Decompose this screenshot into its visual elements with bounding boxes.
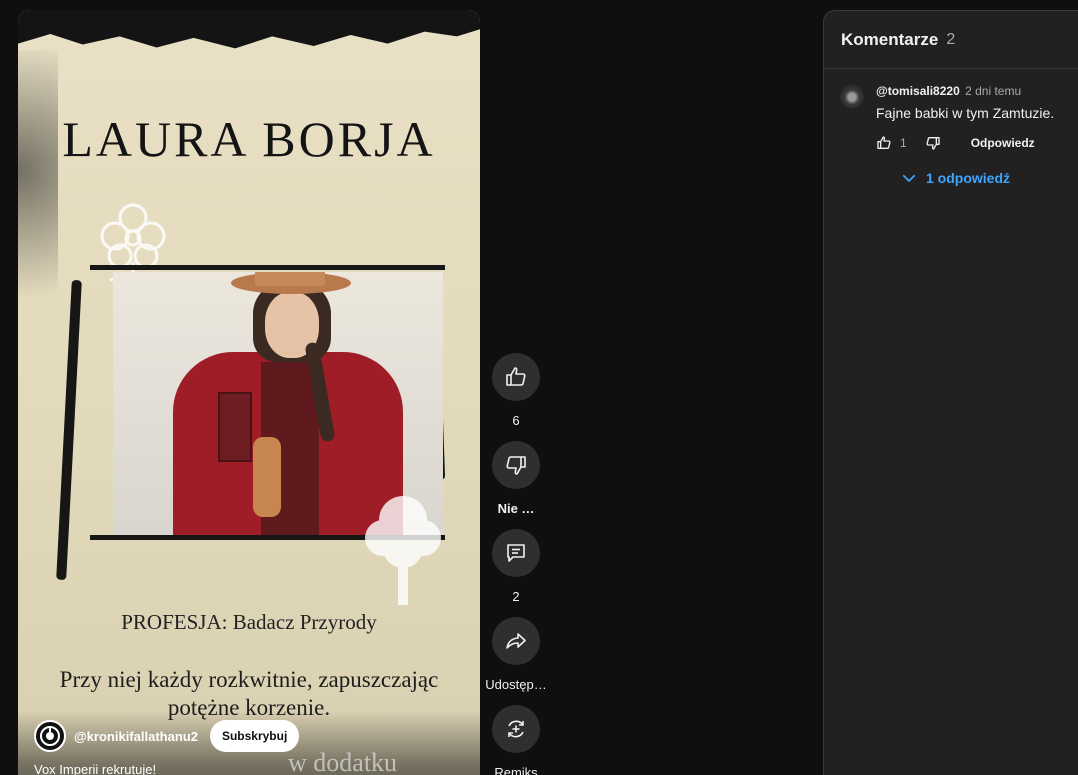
dislike-action: Nie … [484, 441, 548, 516]
show-replies-button[interactable]: 1 odpowiedź [900, 169, 1078, 187]
comments-header: Komentarze 2 [824, 11, 1078, 69]
channel-row: @kronikifallathanu2 Subskrybuj [34, 720, 300, 752]
comments-button[interactable] [492, 529, 540, 577]
like-action: 6 [484, 353, 548, 428]
comment-icon [507, 544, 525, 562]
shorts-video-player[interactable]: LAURA BORJA PROFESJA: Badacz Przyrody Pr… [18, 10, 480, 775]
gloves [253, 437, 281, 517]
ink-splash-left [18, 50, 58, 350]
like-button[interactable] [492, 353, 540, 401]
share-button[interactable] [492, 617, 540, 665]
replies-label: 1 odpowiedź [926, 170, 1010, 186]
chevron-down-icon [902, 174, 916, 182]
share-action: Udostęp… [484, 617, 548, 692]
dislike-button[interactable] [492, 441, 540, 489]
comments-action: 2 [484, 529, 548, 604]
comments-panel: Komentarze 2 @tomisali8220 2 dni temu Fa… [823, 10, 1078, 775]
subscribe-button[interactable]: Subskrybuj [209, 720, 300, 752]
comment-avatar[interactable] [840, 84, 864, 108]
tree-icon [365, 496, 441, 605]
video-title-overlay: LAURA BORJA [62, 111, 436, 167]
share-label: Udostęp… [485, 677, 547, 692]
thumbs-up-icon [506, 367, 526, 386]
comment-like-count: 1 [900, 136, 907, 150]
comment-like-icon[interactable] [876, 135, 892, 151]
remix-label: Remiks [494, 765, 538, 775]
comment-time[interactable]: 2 dni temu [965, 84, 1021, 98]
faint-background-text: w dodatku [288, 748, 398, 775]
comment-count: 2 [512, 589, 520, 604]
dislike-label: Nie … [497, 501, 535, 516]
ink-stroke-left [56, 279, 82, 581]
hat-crown [255, 272, 325, 286]
comment-text: Fajne babki w tym Zamtuzie. [876, 105, 1055, 121]
remix-action: Remiks [484, 705, 548, 775]
comment-dislike-icon[interactable] [925, 135, 941, 151]
remix-icon [508, 720, 524, 738]
ink-splash-top [18, 10, 480, 49]
comment-author[interactable]: @tomisali8220 [876, 84, 960, 98]
channel-logo-icon [40, 726, 60, 746]
share-icon [506, 633, 526, 649]
comments-title: Komentarze [841, 29, 939, 49]
reply-button[interactable]: Odpowiedz [971, 136, 1035, 150]
video-caption[interactable]: Vox Imperii rekrutuje! [34, 762, 156, 775]
thumbs-down-icon [506, 456, 526, 475]
profession-text: PROFESJA: Badacz Przyrody [121, 610, 377, 634]
remix-button[interactable] [492, 705, 540, 753]
comments-count: 2 [946, 30, 956, 48]
book [218, 392, 252, 462]
like-count: 6 [512, 413, 520, 428]
channel-name[interactable]: @kronikifallathanu2 [74, 729, 198, 744]
channel-avatar[interactable] [34, 720, 66, 752]
